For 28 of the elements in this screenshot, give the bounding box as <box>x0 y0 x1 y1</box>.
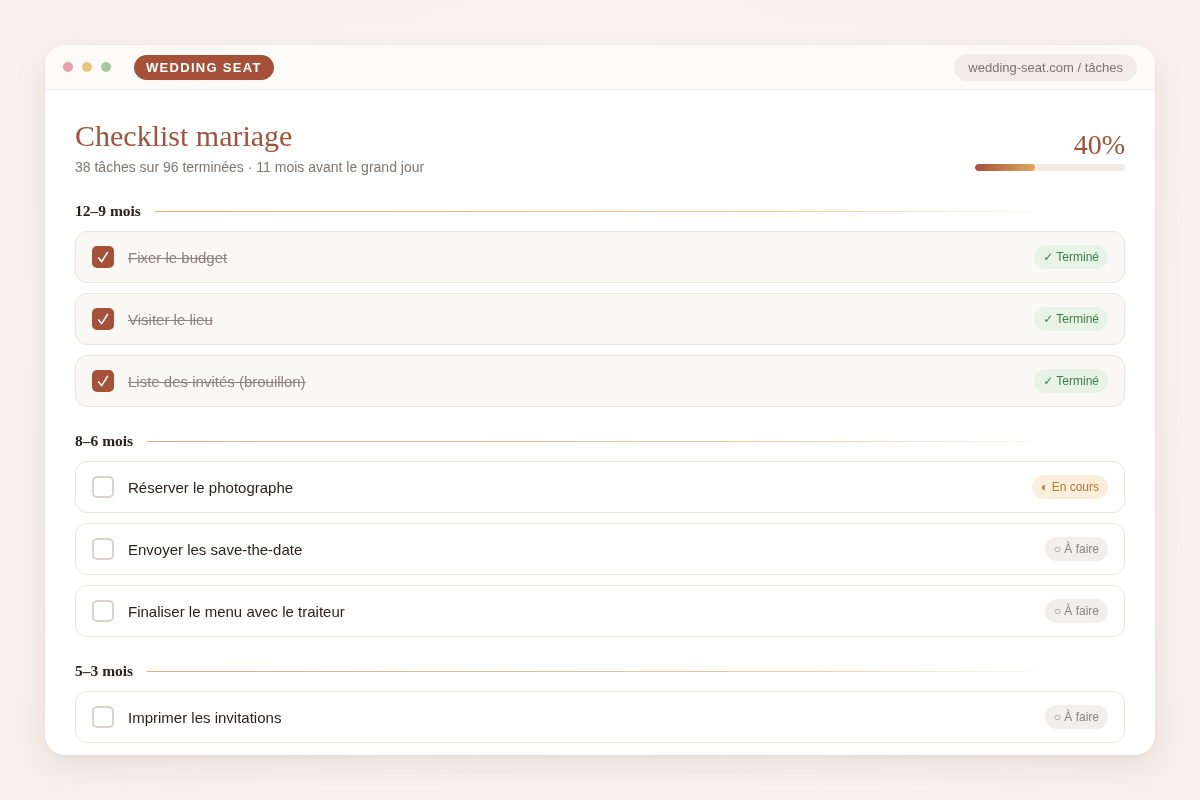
task-label: Visiter le lieu <box>128 310 213 328</box>
status-badge: ◐ En cours <box>1032 475 1108 499</box>
minimize-dot-icon[interactable] <box>82 62 92 72</box>
brand-logo: WEDDING SEAT <box>134 54 274 80</box>
checkbox[interactable] <box>92 246 114 268</box>
page-subtitle: 38 tâches sur 96 terminées · 11 mois avant le grand jour <box>75 158 425 176</box>
checkbox[interactable] <box>92 370 114 392</box>
close-dot-icon[interactable] <box>63 62 73 72</box>
task-label: Imprimer les invitations <box>128 708 282 726</box>
section-heading: 5–3 mois <box>75 661 134 681</box>
task-label: Fixer le budget <box>128 248 228 266</box>
task-label: Réserver le photographe <box>128 478 294 496</box>
maximize-dot-icon[interactable] <box>101 62 111 72</box>
status-badge: ○ À faire <box>1044 537 1108 561</box>
status-badge: ✓ Terminé <box>1034 369 1108 393</box>
task-label: Finaliser le menu avec le traiteur <box>128 602 345 620</box>
section-heading: 8–6 mois <box>75 431 134 451</box>
task-label: Liste des invités (brouillon) <box>128 372 306 390</box>
status-badge: ○ À faire <box>1044 599 1108 623</box>
status-badge: ○ À faire <box>1044 705 1108 729</box>
status-badge: ✓ Terminé <box>1034 245 1108 269</box>
address-bar[interactable]: wedding-seat.com / tâches <box>954 53 1137 81</box>
checkbox[interactable] <box>92 308 114 330</box>
page-title: Checklist mariage <box>75 118 294 154</box>
task-label: Envoyer les save-the-date <box>128 540 303 558</box>
progress-reading: 40% <box>1073 130 1125 160</box>
section-heading: 12–9 mois <box>75 201 141 221</box>
status-badge: ✓ Terminé <box>1034 307 1108 331</box>
